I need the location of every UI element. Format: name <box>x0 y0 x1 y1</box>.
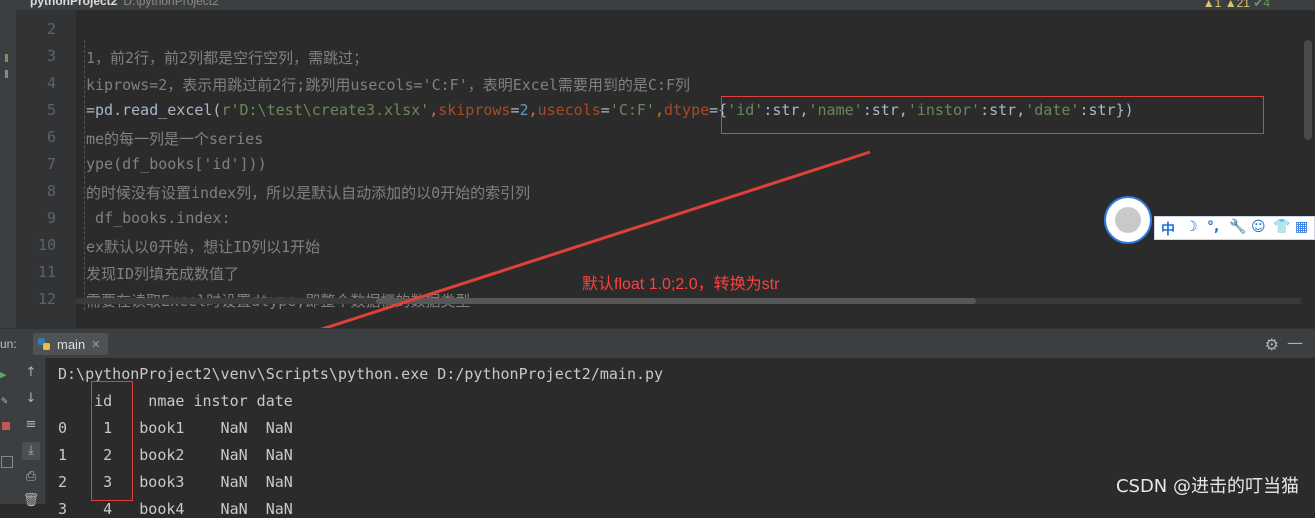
moon-icon[interactable]: ☽ <box>1185 219 1198 235</box>
ime-avatar[interactable] <box>1104 196 1152 244</box>
ime-bar[interactable]: 中 ☽ °, 🔧 ☺ 👕 ▦ <box>1154 216 1315 240</box>
grid-icon[interactable]: ▦ <box>1295 219 1308 235</box>
scroll-to-end-icon[interactable]: ⤓ <box>22 442 40 460</box>
close-icon[interactable]: ✕ <box>91 338 100 351</box>
chinese-mode-icon[interactable]: 中 <box>1161 219 1175 239</box>
run-panel-header: un: main ✕ ⚙ — <box>0 328 1315 358</box>
layout-icon[interactable] <box>1 456 13 468</box>
console-line: D:\pythonProject2\venv\Scripts\python.ex… <box>58 365 664 383</box>
gear-icon[interactable]: ⚙ <box>1265 335 1279 354</box>
stop-icon[interactable] <box>2 422 10 430</box>
annotation-text: 默认float 1.0;2.0，转换为str <box>582 276 780 293</box>
run-tab-main[interactable]: main ✕ <box>33 333 109 355</box>
run-label: un: <box>0 337 17 351</box>
python-icon <box>38 338 50 350</box>
punctuation-icon[interactable]: °, <box>1207 219 1219 235</box>
run-left-strip: ▶ ✎ <box>0 358 16 504</box>
ime-toolbar[interactable]: 中 ☽ °, 🔧 ☺ 👕 ▦ <box>1104 196 1315 244</box>
id-column-highlight-box <box>91 381 133 501</box>
rerun-icon[interactable]: ▶ <box>0 368 7 381</box>
wrench-icon[interactable]: 🔧 <box>1229 219 1246 235</box>
scroll-down-icon[interactable]: ↓ <box>22 390 40 408</box>
soft-wrap-icon[interactable]: ≡ <box>22 416 40 434</box>
run-toolbar: ↑ ↓ ≡ ⤓ ⎙ 🗑 <box>16 358 46 508</box>
trash-icon[interactable]: 🗑 <box>22 492 40 510</box>
print-icon[interactable]: ⎙ <box>22 468 40 486</box>
emoji-icon[interactable]: ☺ <box>1251 219 1266 235</box>
scroll-up-icon[interactable]: ↑ <box>22 364 40 382</box>
run-tab-label: main <box>57 336 86 352</box>
settings-icon[interactable]: ✎ <box>1 394 8 407</box>
minimize-icon[interactable]: — <box>1287 333 1303 352</box>
watermark: CSDN @进击的叮当猫 <box>1115 476 1299 497</box>
ime-mascot-icon <box>1115 207 1141 233</box>
console-line: 3 4 book4 NaN NaN <box>58 500 293 518</box>
skin-icon[interactable]: 👕 <box>1273 219 1290 235</box>
